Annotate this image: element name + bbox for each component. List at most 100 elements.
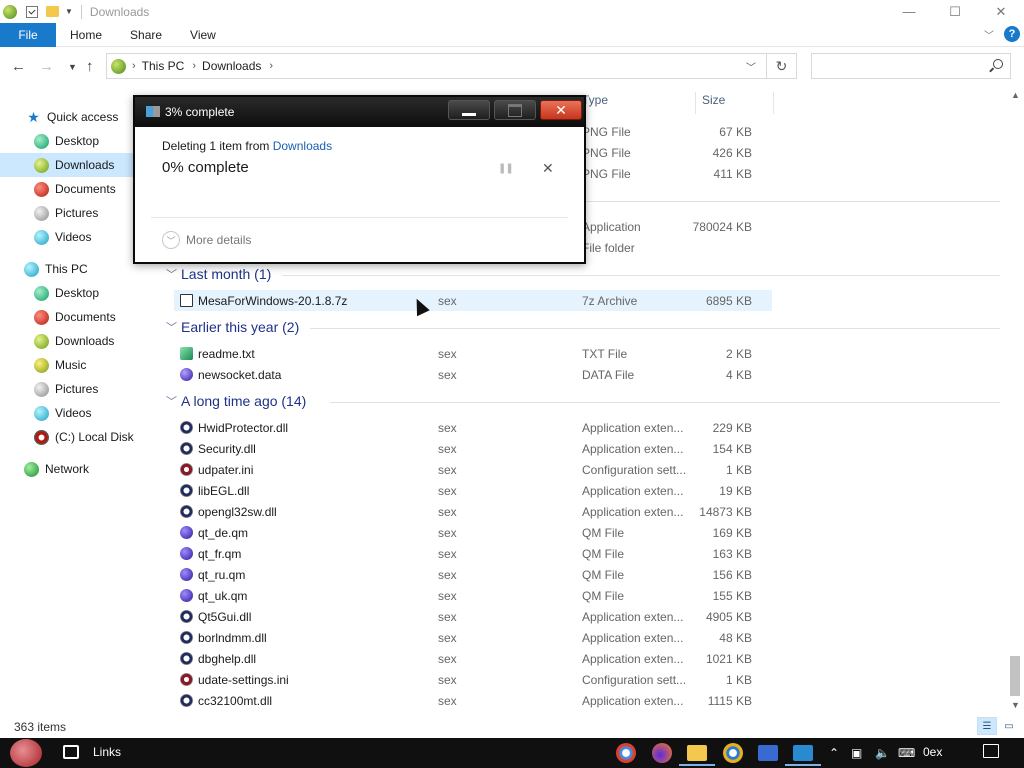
task-view-icon[interactable] bbox=[63, 745, 79, 759]
customize-toolbar-icon[interactable]: ▼ bbox=[65, 7, 73, 16]
up-arrow-icon[interactable]: ↑ bbox=[86, 58, 94, 75]
minimize-button[interactable]: — bbox=[886, 0, 932, 23]
file-size: 411 KB bbox=[713, 167, 752, 181]
column-divider[interactable] bbox=[773, 92, 774, 114]
column-size-header[interactable]: Size bbox=[702, 93, 725, 107]
table-row[interactable]: qt_de.qm sex QM File 169 KB bbox=[174, 522, 772, 543]
firefox-icon[interactable] bbox=[652, 743, 672, 763]
nav-network[interactable]: Network bbox=[0, 457, 157, 481]
close-button[interactable]: ✕ bbox=[978, 0, 1024, 23]
nav-pictures[interactable]: Pictures bbox=[0, 377, 157, 401]
chevron-right-icon[interactable]: › bbox=[269, 60, 273, 72]
table-row[interactable]: MesaForWindows-20.1.8.7z sex 7z Archive … bbox=[174, 290, 772, 311]
table-row[interactable]: Security.dll sex Application exten... 154 K… bbox=[174, 438, 772, 459]
explorer-icon[interactable] bbox=[3, 4, 17, 19]
address-bar[interactable]: › This PC › Downloads › ﹀ bbox=[106, 53, 767, 79]
start-button[interactable] bbox=[10, 739, 42, 767]
group-header-long-time-ago[interactable]: ﹀ A long time ago (14) bbox=[166, 390, 306, 412]
nav-label: Downloads bbox=[55, 334, 115, 348]
back-arrow-icon[interactable]: ← bbox=[11, 58, 26, 75]
maximize-button[interactable]: ☐ bbox=[932, 0, 978, 23]
file-date: sex bbox=[438, 505, 457, 519]
table-row[interactable]: readme.txt sex TXT File 2 KB bbox=[174, 343, 772, 364]
tab-share[interactable]: Share bbox=[116, 23, 176, 47]
chevron-right-icon[interactable]: › bbox=[132, 60, 136, 72]
table-row[interactable]: newsocket.data sex DATA File 4 KB bbox=[174, 364, 772, 385]
clock[interactable]: 0ex bbox=[923, 745, 942, 759]
more-details-button[interactable]: ﹀ More details bbox=[162, 231, 251, 249]
refresh-button[interactable]: ↻ bbox=[767, 53, 797, 79]
nav-downloads[interactable]: Downloads bbox=[0, 329, 157, 353]
table-row[interactable]: libEGL.dll sex Application exten... 19 KB bbox=[174, 480, 772, 501]
large-icons-view-icon[interactable]: ▭ bbox=[999, 717, 1019, 735]
nav-label: Pictures bbox=[55, 206, 99, 220]
table-row[interactable]: qt_ru.qm sex QM File 156 KB bbox=[174, 564, 772, 585]
nav-music[interactable]: Music bbox=[0, 353, 157, 377]
address-dropdown-icon[interactable]: ﹀ bbox=[746, 59, 756, 74]
table-row[interactable]: HwidProtector.dll sex Application exten...… bbox=[174, 417, 772, 438]
recent-locations-icon[interactable]: ▼ bbox=[68, 62, 77, 72]
expand-ribbon-icon[interactable]: ﹀ bbox=[984, 27, 994, 42]
table-row[interactable]: qt_fr.qm sex QM File 163 KB bbox=[174, 543, 772, 564]
file-size: 155 KB bbox=[712, 589, 752, 603]
scroll-down-icon[interactable]: ▼ bbox=[1011, 700, 1020, 710]
scroll-up-icon[interactable]: ▲ bbox=[1011, 90, 1020, 100]
file-explorer-icon[interactable] bbox=[679, 745, 715, 766]
table-row[interactable]: borlndmm.dll sex Application exten... 48 KB bbox=[174, 627, 772, 648]
show-hidden-icons-icon[interactable]: ⌃ bbox=[829, 746, 839, 760]
downloads-link[interactable]: Downloads bbox=[273, 139, 332, 153]
language-icon[interactable]: ⌨ bbox=[898, 746, 915, 760]
nav-documents[interactable]: Documents bbox=[0, 305, 157, 329]
group-header-last-month[interactable]: ﹀ Last month (1) bbox=[166, 263, 271, 285]
chrome-icon[interactable] bbox=[616, 743, 636, 763]
dialog-maximize-button[interactable] bbox=[494, 100, 536, 120]
new-folder-icon[interactable] bbox=[46, 6, 59, 17]
file-date: sex bbox=[438, 631, 457, 645]
scroll-thumb[interactable] bbox=[1010, 656, 1020, 696]
volume-icon[interactable]: 🔈 bbox=[875, 746, 890, 760]
dialog-title-bar[interactable]: 3% complete ✕ bbox=[135, 97, 584, 127]
links-toolbar[interactable]: Links bbox=[93, 745, 121, 759]
details-view-icon[interactable]: ☰ bbox=[977, 717, 997, 735]
table-row[interactable]: udate-settings.ini sex Configuration sett.… bbox=[174, 669, 772, 690]
vertical-scrollbar[interactable]: ▲ ▼ bbox=[1007, 88, 1024, 712]
nav-videos[interactable]: Videos bbox=[0, 401, 157, 425]
dll-file-icon bbox=[180, 652, 193, 665]
file-type: Application exten... bbox=[582, 442, 684, 456]
tab-view[interactable]: View bbox=[176, 23, 230, 47]
chevron-right-icon[interactable]: › bbox=[192, 60, 196, 72]
file-name: udate-settings.ini bbox=[198, 673, 289, 687]
table-row[interactable]: qt_uk.qm sex QM File 155 KB bbox=[174, 585, 772, 606]
nav-desktop[interactable]: Desktop bbox=[0, 281, 157, 305]
nav-label: Videos bbox=[55, 406, 92, 420]
notifications-icon[interactable] bbox=[983, 744, 999, 758]
forward-arrow-icon[interactable]: → bbox=[39, 58, 54, 75]
properties-icon[interactable] bbox=[26, 5, 38, 18]
dialog-minimize-button[interactable] bbox=[448, 100, 490, 120]
dialog-close-button[interactable]: ✕ bbox=[540, 100, 582, 120]
tab-home[interactable]: Home bbox=[56, 23, 116, 47]
table-row[interactable]: opengl32sw.dll sex Application exten... 148… bbox=[174, 501, 772, 522]
column-divider[interactable] bbox=[695, 92, 696, 114]
breadcrumb-downloads[interactable]: Downloads bbox=[202, 59, 261, 73]
nav-local-disk[interactable]: (C:) Local Disk bbox=[0, 425, 157, 449]
help-icon[interactable]: ? bbox=[1004, 26, 1020, 42]
terminal-icon[interactable] bbox=[758, 745, 778, 761]
file-type: QM File bbox=[582, 589, 624, 603]
window-icon[interactable] bbox=[785, 745, 821, 766]
file-type: QM File bbox=[582, 526, 624, 540]
file-type: Application exten... bbox=[582, 610, 684, 624]
table-row[interactable]: dbghelp.dll sex Application exten... 1021 K… bbox=[174, 648, 772, 669]
group-title: A long time ago (14) bbox=[181, 393, 307, 409]
network-tray-icon[interactable]: ▣ bbox=[851, 746, 862, 760]
pause-icon[interactable]: ❚❚ bbox=[498, 163, 514, 174]
table-row[interactable]: udpater.ini sex Configuration sett... 1 KB bbox=[174, 459, 772, 480]
search-input[interactable] bbox=[811, 53, 1011, 79]
breadcrumb-this-pc[interactable]: This PC bbox=[142, 59, 185, 73]
browser-icon[interactable] bbox=[723, 743, 743, 763]
group-header-earlier-this-year[interactable]: ﹀ Earlier this year (2) bbox=[166, 316, 299, 338]
table-row[interactable]: cc32100mt.dll sex Application exten... 1115… bbox=[174, 690, 772, 711]
table-row[interactable]: Qt5Gui.dll sex Application exten... 4905 KB bbox=[174, 606, 772, 627]
cancel-icon[interactable]: ✕ bbox=[542, 160, 554, 177]
tab-file[interactable]: File bbox=[0, 22, 56, 47]
